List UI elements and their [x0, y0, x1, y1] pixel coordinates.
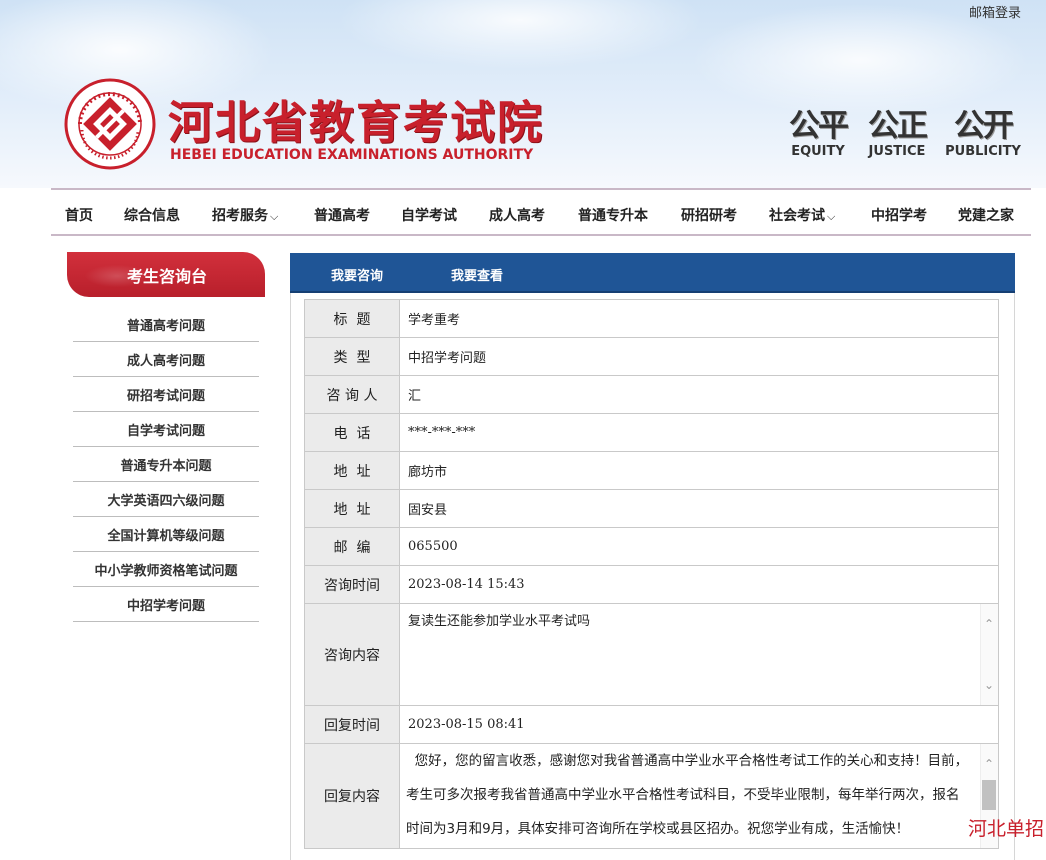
sidebar-item-self-study[interactable]: 自学考试问题: [73, 412, 259, 447]
site-title: 河北省教育考试院: [168, 96, 545, 149]
nav-exam-services-label: 招考服务: [212, 208, 268, 224]
value-publicity-han: 公开: [954, 108, 1014, 144]
type-label: 类 型: [305, 338, 400, 375]
sidebar-item-gaokao[interactable]: 普通高考问题: [73, 307, 259, 342]
nav-self-study-label: 自学考试: [401, 208, 457, 224]
sidebar-item-ncre[interactable]: 全国计算机等级问题: [73, 517, 259, 552]
main-nav: 首页 综合信息 招考服务 ⌵ 普通高考 自学考试 成人高考 普通专升本 研招研考 …: [51, 188, 1031, 236]
value-publicity-en: PUBLICITY: [945, 144, 1021, 159]
address-city-value: 廊坊市: [400, 452, 998, 489]
type-value: 中招学考问题: [400, 338, 998, 375]
site-header: 邮箱登录 河北省教育考试院 HEBEI EDUCATION EXAMINATIO…: [0, 0, 1046, 188]
reply-time-value: 2023-08-15 08:41: [400, 706, 998, 743]
sidebar-item-zhongkao[interactable]: 中招学考问题: [73, 587, 259, 622]
reply-time-label: 回复时间: [305, 706, 400, 743]
value-equity-en: EQUITY: [791, 144, 845, 159]
nav-upgrade[interactable]: 普通专升本: [578, 205, 648, 225]
nav-social-exam-label: 社会考试: [769, 208, 825, 224]
content-scrollbar[interactable]: ⌃ ⌄: [980, 604, 998, 705]
nav-adult-exam[interactable]: 成人高考: [489, 205, 545, 225]
tab-check[interactable]: 我要查看: [451, 265, 503, 284]
zip-value: 065500: [400, 528, 998, 565]
address-city-label: 地 址: [305, 452, 400, 489]
consult-content-box[interactable]: 复读生还能参加学业水平考试吗 ⌃ ⌄: [400, 604, 998, 705]
nav-exam-services[interactable]: 招考服务 ⌵: [212, 205, 278, 225]
nav-general-info-label: 综合信息: [124, 208, 180, 224]
table-row: 邮 编 065500: [305, 528, 998, 566]
reply-label: 回复内容: [305, 744, 400, 848]
table-row: 咨询内容 复读生还能参加学业水平考试吗 ⌃ ⌄: [305, 604, 998, 706]
sidebar-title-label: 考生咨询台: [126, 266, 207, 286]
nav-postgrad[interactable]: 研招研考: [681, 205, 737, 225]
zip-label: 邮 编: [305, 528, 400, 565]
table-row: 地 址 廊坊市: [305, 452, 998, 490]
title-label: 标 题: [305, 300, 400, 337]
chevron-down-icon[interactable]: ⌄: [983, 679, 995, 691]
scrollbar-thumb[interactable]: [982, 780, 996, 810]
table-row: 标 题 学考重考: [305, 300, 998, 338]
table-row: 咨 询 人 汇: [305, 376, 998, 414]
nav-social-exam[interactable]: 社会考试 ⌵: [769, 205, 835, 225]
title-value: 学考重考: [400, 300, 998, 337]
reply-content-box[interactable]: 您好，您的留言收悉，感谢您对我省普通高中学业水平合格性考试工作的关心和支持！目前…: [400, 744, 998, 848]
sidebar-item-postgrad[interactable]: 研招考试问题: [73, 377, 259, 412]
person-value: 汇: [400, 376, 998, 413]
sidebar-title: 考生咨询台: [67, 252, 265, 297]
nav-postgrad-label: 研招研考: [681, 208, 737, 224]
nav-party-label: 党建之家: [958, 208, 1014, 224]
address-county-value: 固安县: [400, 490, 998, 527]
logo-seal-icon: [64, 78, 156, 170]
nav-zhongkao-label: 中招学考: [871, 208, 927, 224]
table-row: 回复内容 您好，您的留言收悉，感谢您对我省普通高中学业水平合格性考试工作的关心和…: [305, 744, 998, 848]
value-justice-han: 公正: [868, 108, 928, 144]
value-justice-en: JUSTICE: [868, 144, 926, 159]
consult-time-value: 2023-08-14 15:43: [400, 566, 998, 603]
tab-consult[interactable]: 我要咨询: [331, 265, 383, 284]
table-row: 地 址 固安县: [305, 490, 998, 528]
nav-home-label: 首页: [65, 208, 93, 224]
nav-party[interactable]: 党建之家: [958, 205, 1014, 225]
table-row: 电 话 ***-***-***: [305, 414, 998, 452]
phone-value: ***-***-***: [400, 414, 998, 451]
content-label: 咨询内容: [305, 604, 400, 705]
chevron-down-icon: ⌵: [270, 210, 279, 223]
table-row: 咨询时间 2023-08-14 15:43: [305, 566, 998, 604]
sidebar-item-teacher-cert[interactable]: 中小学教师资格笔试问题: [73, 552, 259, 587]
mail-login-link[interactable]: 邮箱登录: [969, 2, 1021, 21]
sidebar-item-adult[interactable]: 成人高考问题: [73, 342, 259, 377]
sidebar-item-upgrade[interactable]: 普通专升本问题: [73, 447, 259, 482]
sidebar-list: 普通高考问题 成人高考问题 研招考试问题 自学考试问题 普通专升本问题 大学英语…: [73, 307, 259, 622]
phone-label: 电 话: [305, 414, 400, 451]
nav-general-info[interactable]: 综合信息: [124, 205, 180, 225]
reply-content-text: 您好，您的留言收悉，感谢您对我省普通高中学业水平合格性考试工作的关心和支持！目前…: [406, 753, 969, 837]
watermark-text: 河北单招: [967, 818, 1044, 840]
chevron-up-icon[interactable]: ⌃: [983, 618, 995, 630]
consult-time-label: 咨询时间: [305, 566, 400, 603]
chevron-down-icon: ⌵: [827, 210, 836, 223]
nav-zhongkao[interactable]: 中招学考: [871, 205, 927, 225]
address-county-label: 地 址: [305, 490, 400, 527]
table-row: 类 型 中招学考问题: [305, 338, 998, 376]
table-row: 回复时间 2023-08-15 08:41: [305, 706, 998, 744]
value-publicity: 公开 PUBLICITY: [938, 108, 1028, 160]
value-equity-han: 公平: [789, 108, 849, 144]
nav-gaokao-label: 普通高考: [314, 208, 370, 224]
nav-home[interactable]: 首页: [65, 205, 93, 225]
site-subtitle: HEBEI EDUCATION EXAMINATIONS AUTHORITY: [170, 147, 534, 163]
nav-self-study[interactable]: 自学考试: [401, 205, 457, 225]
consult-detail-table: 标 题 学考重考 类 型 中招学考问题 咨 询 人 汇 电 话 ***-***-…: [304, 299, 999, 849]
nav-upgrade-label: 普通专升本: [578, 208, 648, 224]
value-justice: 公正 JUSTICE: [857, 108, 937, 160]
value-equity: 公平 EQUITY: [778, 108, 858, 160]
person-label: 咨 询 人: [305, 376, 400, 413]
nav-adult-exam-label: 成人高考: [489, 208, 545, 224]
main-tab-bar: 我要咨询 我要查看: [290, 253, 1015, 293]
sidebar-item-cet[interactable]: 大学英语四六级问题: [73, 482, 259, 517]
consult-content-text: 复读生还能参加学业水平考试吗: [408, 614, 591, 629]
chevron-up-icon[interactable]: ⌃: [983, 758, 995, 770]
nav-gaokao[interactable]: 普通高考: [314, 205, 370, 225]
